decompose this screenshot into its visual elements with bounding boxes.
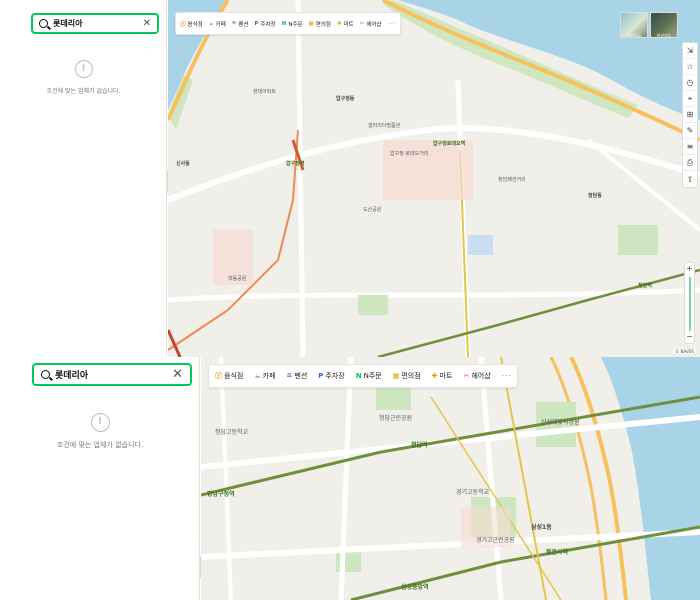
map-label: 갤러리아명품관: [368, 123, 401, 129]
empty-message: 조건에 맞는 업체가 없습니다.: [56, 441, 144, 449]
category-convenience[interactable]: ▦ 편의점: [393, 371, 421, 381]
fork-knife-icon: ⓨ: [215, 372, 222, 380]
category-cafe[interactable]: ☕ 카페: [254, 371, 275, 381]
cup-icon: ☕: [208, 20, 214, 27]
category-cafe[interactable]: ☕ 카페: [209, 20, 226, 28]
print-icon[interactable]: ⎙: [683, 155, 697, 171]
location-icon[interactable]: ⌖: [683, 91, 697, 107]
cup-icon: ☕: [254, 372, 261, 380]
category-mart[interactable]: ✚ 마트: [337, 20, 354, 28]
map-label: 압구정 로데오거리: [390, 151, 429, 157]
search-icon: [39, 19, 48, 28]
search-icon: [41, 370, 50, 379]
map-toolbar: ⇲ ☆ ◷ ⌖ ⊞ ✎ ≡ ⎙ ⇪: [682, 42, 698, 188]
map-label: 압구정로데오역: [433, 141, 466, 147]
map-label: 삼성해맞이공원: [541, 419, 580, 426]
search-input[interactable]: [55, 369, 173, 380]
map-canvas: [168, 0, 700, 357]
category-mart[interactable]: ✚ 마트: [432, 371, 453, 381]
category-hairshop[interactable]: ✂ 헤어샵: [463, 371, 490, 381]
bed-icon: ≘: [231, 20, 237, 27]
category-n-order[interactable]: N N주문: [282, 20, 303, 28]
map-canvas: [201, 357, 700, 600]
map-label: 청담동: [588, 193, 602, 199]
grid-icon[interactable]: ⊞: [683, 107, 697, 123]
scissors-icon: ✂: [359, 20, 365, 27]
more-categories-button[interactable]: ···: [502, 372, 512, 380]
info-icon: !: [74, 60, 93, 78]
category-restaurant[interactable]: ⓨ 음식점: [215, 371, 243, 381]
map-label: 압구정역: [286, 161, 305, 167]
category-parking[interactable]: P 주차장: [318, 371, 344, 381]
map-label: 청담패션거리: [498, 177, 526, 183]
map-label: 강남구청역: [207, 491, 235, 498]
parking-icon: P: [254, 20, 259, 27]
scissors-icon: ✂: [463, 372, 470, 380]
map-label: 도산공원: [363, 207, 382, 213]
more-categories-button[interactable]: ···: [388, 21, 396, 27]
n-order-icon: N: [281, 20, 287, 27]
category-bar: ⓨ 음식점 ☕ 카페 ≘ 펜션 P 주차장 N N주문 ▦ 편의점 ✚ 마트 ✂ 헤어샵 ···: [208, 364, 519, 388]
category-pension[interactable]: ≘ 펜션: [232, 20, 249, 28]
map-label: 삼성1동: [531, 524, 552, 531]
category-bar: ⓨ 음식점 ☕ 카페 ≘ 펜션 P 주차장 N N주문 ▦ 편의점 ✚ 마트 ✂ 헤어샵 ···: [175, 12, 401, 35]
map-label: 청담근린공원: [379, 415, 413, 422]
category-hairshop[interactable]: ✂ 헤어샵: [360, 20, 382, 28]
map-screenshot-top: ✕ ! 조건에 맞는 업체가 없습니다. ‹: [0, 0, 700, 357]
n-order-icon: N: [355, 372, 362, 380]
zoom-out-icon[interactable]: −: [685, 332, 694, 342]
search-box[interactable]: ✕: [31, 13, 159, 34]
star-icon[interactable]: ☆: [683, 59, 697, 75]
category-convenience[interactable]: ▦ 편의점: [309, 20, 331, 28]
map-label: 청담역: [638, 283, 652, 289]
layers-icon[interactable]: ≡: [683, 139, 697, 155]
zoom-slider[interactable]: [689, 277, 691, 331]
search-box[interactable]: ✕: [32, 363, 192, 386]
history-icon[interactable]: ◷: [683, 75, 697, 91]
map-view[interactable]: ⓨ 음식점 ☕ 카페 ≘ 펜션 P 주차장 N N주문 ▦ 편의점 ✚ 마트 ✂ 헤어샵 ···…: [201, 357, 700, 600]
store-icon: ▦: [308, 20, 314, 27]
bed-icon: ≘: [286, 372, 293, 380]
satellite-map-thumb[interactable]: 위성지도: [650, 12, 678, 38]
map-screenshot-bottom: ✕ ! 조건에 맞는 업체가 없습니다. ‹: [0, 357, 700, 600]
cart-icon: ✚: [431, 372, 438, 380]
empty-result: ! 조건에 맞는 업체가 없습니다.: [0, 413, 200, 450]
map-label: 신사동: [176, 161, 190, 167]
pencil-icon[interactable]: ✎: [683, 123, 697, 139]
map-label: 청담역: [411, 442, 428, 449]
cart-icon: ✚: [336, 20, 342, 27]
search-input[interactable]: [53, 19, 143, 28]
map-label: 압구정동: [336, 96, 355, 102]
fork-knife-icon: ⓨ: [180, 21, 186, 28]
clear-icon[interactable]: ✕: [143, 18, 151, 29]
search-sidebar: ✕ ! 조건에 맞는 업체가 없습니다.: [0, 0, 167, 357]
map-label: 현대아파트: [253, 89, 277, 95]
clear-icon[interactable]: ✕: [172, 368, 183, 381]
expand-icon[interactable]: ⇲: [683, 43, 697, 59]
map-view[interactable]: ⓨ 음식점 ☕ 카페 ≘ 펜션 P 주차장 N N주문 ▦ 편의점 ✚ 마트 ✂ 헤어샵 ···…: [168, 0, 700, 357]
store-icon: ▦: [392, 372, 400, 380]
map-label: 삼성중앙역: [401, 584, 429, 591]
parking-icon: P: [318, 372, 324, 380]
zoom-control[interactable]: + −: [684, 262, 695, 344]
zoom-in-icon[interactable]: +: [685, 264, 694, 274]
empty-result: ! 조건에 맞는 업체가 없습니다.: [0, 60, 167, 95]
map-label: 봉은사역: [546, 549, 569, 556]
map-label: 학동공원: [228, 276, 247, 282]
info-icon: !: [90, 413, 110, 432]
normal-map-thumb[interactable]: 일반지도: [620, 12, 648, 38]
map-label: 경기고근린공원: [476, 537, 515, 544]
map-type-switcher: 일반지도 위성지도: [620, 12, 678, 38]
category-pension[interactable]: ≘ 펜션: [287, 371, 308, 381]
share-icon[interactable]: ⇪: [683, 171, 697, 187]
map-label: 청담고등학교: [215, 429, 249, 436]
map-label: 경기고등학교: [456, 489, 490, 496]
map-attribution: © NAVER: [673, 349, 696, 354]
category-restaurant[interactable]: ⓨ 음식점: [180, 20, 203, 28]
category-n-order[interactable]: N N주문: [356, 371, 382, 381]
empty-message: 조건에 맞는 업체가 없습니다.: [46, 88, 121, 95]
search-sidebar: ✕ ! 조건에 맞는 업체가 없습니다.: [0, 357, 200, 600]
category-parking[interactable]: P 주차장: [255, 20, 276, 28]
